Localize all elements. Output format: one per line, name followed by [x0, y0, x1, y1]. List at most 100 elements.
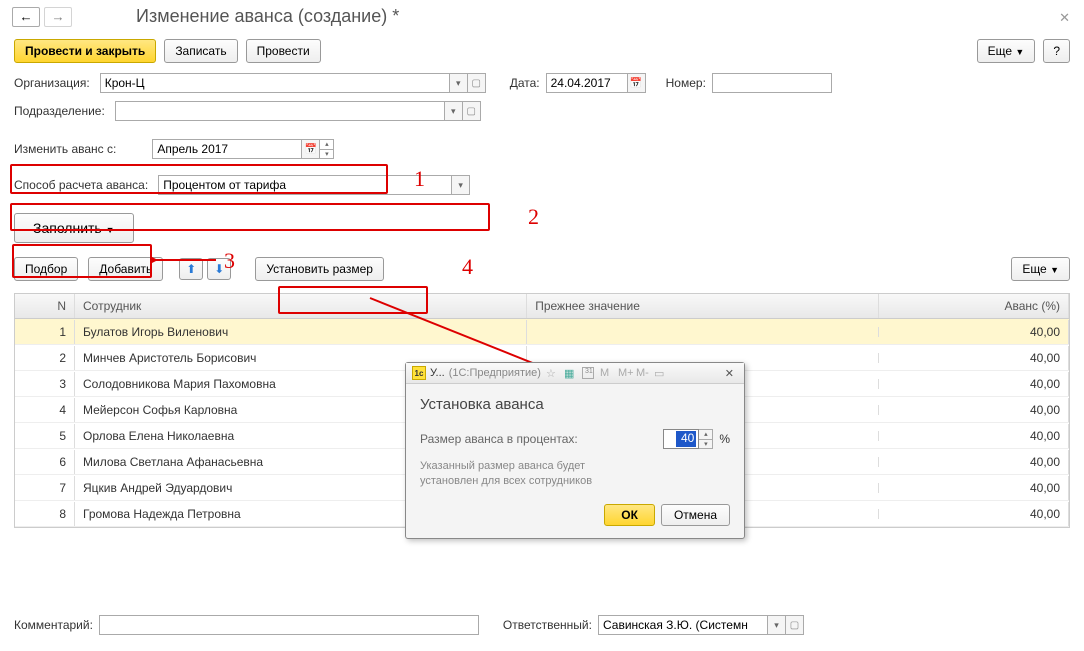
cell-advance: 40,00 — [879, 346, 1069, 370]
arrow-left-icon: ← — [19, 9, 32, 24]
cell-n: 2 — [15, 346, 75, 370]
org-input[interactable] — [100, 73, 450, 93]
open-icon: ▢ — [790, 620, 799, 631]
cell-n: 3 — [15, 372, 75, 396]
m-icon[interactable]: M — [600, 367, 612, 379]
col-header-prev[interactable]: Прежнее значение — [527, 294, 879, 318]
chevron-down-icon: ▾ — [456, 78, 461, 89]
chevron-down-icon: ▼ — [1015, 47, 1024, 57]
mminus-icon[interactable]: M- — [636, 367, 648, 379]
org-open-button[interactable]: ▢ — [468, 73, 486, 93]
fill-button[interactable]: Заполнить ▼ — [14, 213, 134, 243]
cell-n: 7 — [15, 476, 75, 500]
cell-n: 1 — [15, 320, 75, 344]
cell-advance: 40,00 — [879, 502, 1069, 526]
caret-down-icon: ▾ — [699, 440, 712, 449]
page-title: Изменение аванса (создание) * — [136, 6, 399, 27]
write-button[interactable]: Записать — [164, 39, 237, 63]
date-input[interactable] — [546, 73, 628, 93]
chevron-down-icon: ▾ — [774, 620, 779, 631]
cell-advance: 40,00 — [879, 372, 1069, 396]
help-button[interactable]: ? — [1043, 39, 1070, 63]
more-button[interactable]: Еще ▼ — [977, 39, 1036, 63]
cell-advance: 40,00 — [879, 398, 1069, 422]
table-more-button[interactable]: Еще ▼ — [1011, 257, 1070, 281]
cell-advance: 40,00 — [879, 476, 1069, 500]
cell-advance: 40,00 — [879, 450, 1069, 474]
minimize-icon[interactable]: ▭ — [654, 367, 666, 379]
arrow-down-icon: ⬇ — [214, 262, 224, 276]
post-button[interactable]: Провести — [246, 39, 321, 63]
advance-size-value: 40 — [676, 431, 696, 447]
cell-prev — [527, 327, 879, 337]
col-header-advance[interactable]: Аванс (%) — [879, 294, 1069, 318]
advance-size-input[interactable]: 40 — [663, 429, 699, 449]
method-dropdown-button[interactable]: ▾ — [452, 175, 470, 195]
set-advance-dialog: 1c У... (1С:Предприятие) ☆ ▦ 31 M M+ M- … — [405, 362, 745, 539]
dialog-cancel-button[interactable]: Отмена — [661, 504, 730, 526]
division-dropdown-button[interactable]: ▾ — [445, 101, 463, 121]
number-input[interactable] — [712, 73, 832, 93]
dialog-heading: Установка аванса — [420, 396, 730, 413]
anno-number-4: 4 — [462, 254, 473, 280]
table-row[interactable]: 1Булатов Игорь Виленович40,00 — [15, 319, 1069, 345]
caret-up-icon: ▴ — [320, 140, 333, 150]
calendar-icon — [305, 144, 317, 155]
app-1c-icon: 1c — [412, 366, 426, 380]
chevron-down-icon: ▼ — [1050, 265, 1059, 275]
set-size-button[interactable]: Установить размер — [255, 257, 384, 281]
favorite-icon[interactable]: ☆ — [546, 367, 558, 379]
open-icon: ▢ — [471, 78, 480, 89]
col-header-n[interactable]: N — [15, 294, 75, 318]
comment-input[interactable] — [99, 615, 479, 635]
caret-up-icon: ▴ — [699, 430, 712, 440]
responsible-input[interactable] — [598, 615, 768, 635]
method-input[interactable] — [158, 175, 452, 195]
cell-prev — [527, 353, 879, 363]
cell-n: 8 — [15, 502, 75, 526]
open-icon: ▢ — [467, 106, 476, 117]
changefrom-label: Изменить аванс с: — [14, 142, 116, 156]
cell-advance: 40,00 — [879, 424, 1069, 448]
changefrom-spinner[interactable]: ▴▾ — [320, 139, 334, 159]
changefrom-input[interactable] — [152, 139, 302, 159]
nav-forward-button[interactable]: → — [44, 7, 72, 27]
calendar-icon — [630, 78, 642, 89]
percent-label: % — [719, 432, 730, 446]
dialog-hint: Указанный размер аванса будет установлен… — [420, 459, 730, 490]
add-button[interactable]: Добавить — [88, 257, 163, 281]
dialog-caption-1c: (1С:Предприятие) — [449, 367, 541, 379]
division-open-button[interactable]: ▢ — [463, 101, 481, 121]
advance-size-spinner[interactable]: ▴▾ — [699, 429, 713, 449]
page-icon[interactable]: 31 — [582, 367, 594, 379]
date-calendar-button[interactable] — [628, 73, 646, 93]
close-icon[interactable]: ✕ — [1059, 10, 1070, 26]
anno-number-2: 2 — [528, 204, 539, 230]
cell-advance: 40,00 — [879, 320, 1069, 344]
col-header-employee[interactable]: Сотрудник — [75, 294, 527, 318]
changefrom-calendar-button[interactable] — [302, 139, 320, 159]
grid-icon[interactable]: ▦ — [564, 367, 576, 379]
responsible-dropdown-button[interactable]: ▾ — [768, 615, 786, 635]
responsible-open-button[interactable]: ▢ — [786, 615, 804, 635]
date-label: Дата: — [510, 76, 540, 90]
division-input[interactable] — [115, 101, 445, 121]
post-close-button[interactable]: Провести и закрыть — [14, 39, 156, 63]
anno-number-1: 1 — [414, 166, 425, 192]
dialog-close-icon[interactable]: ✕ — [721, 367, 738, 380]
cell-n: 6 — [15, 450, 75, 474]
comment-label: Комментарий: — [14, 618, 93, 632]
mplus-icon[interactable]: M+ — [618, 367, 630, 379]
org-dropdown-button[interactable]: ▾ — [450, 73, 468, 93]
select-button[interactable]: Подбор — [14, 257, 78, 281]
cell-n: 4 — [15, 398, 75, 422]
org-label: Организация: — [14, 76, 90, 90]
dialog-ok-button[interactable]: ОК — [604, 504, 655, 526]
nav-back-button[interactable]: ← — [12, 7, 40, 27]
caret-down-icon: ▾ — [320, 150, 333, 159]
move-up-button[interactable]: ⬆ — [179, 258, 203, 280]
method-label: Способ расчета аванса: — [14, 178, 148, 192]
chevron-down-icon: ▾ — [451, 106, 456, 117]
advance-size-label: Размер аванса в процентах: — [420, 432, 578, 446]
responsible-label: Ответственный: — [503, 618, 592, 632]
